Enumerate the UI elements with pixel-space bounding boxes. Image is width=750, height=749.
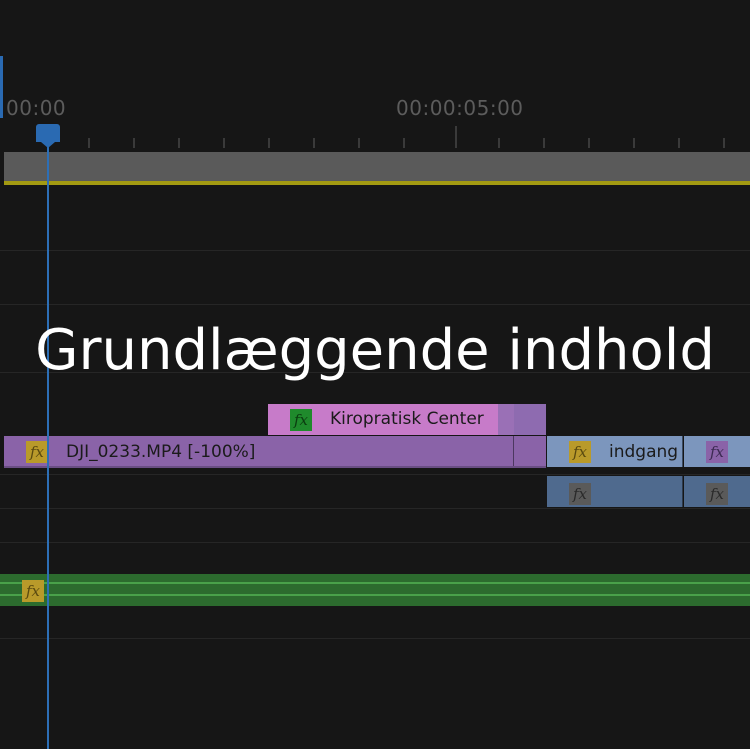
clip-label: DJI_0233.MP4 [-100%] xyxy=(66,442,256,462)
ruler-tick-major xyxy=(455,126,457,148)
clip-label: indgang xyxy=(609,442,679,462)
ruler-tick xyxy=(498,138,500,148)
ruler-tick xyxy=(88,138,90,148)
playhead-line[interactable] xyxy=(47,130,49,749)
render-status-line xyxy=(4,181,750,185)
video-clip-dji-0233-end[interactable] xyxy=(514,436,546,467)
video-clip-v1-b[interactable]: fx xyxy=(684,476,750,507)
timecode-5sec: 00:00:05:00 xyxy=(396,96,524,120)
fx-badge[interactable]: fx xyxy=(569,483,591,505)
overlay-title: Grundlæggende indhold xyxy=(35,318,715,383)
ruler-tick xyxy=(588,138,590,148)
track-divider xyxy=(0,250,750,251)
title-clip-extension[interactable] xyxy=(514,404,546,435)
fx-badge[interactable]: fx xyxy=(26,441,48,463)
title-clip-kiropratisk[interactable]: fx Kiropratisk Center xyxy=(268,404,498,435)
audio-clip[interactable]: fx xyxy=(0,574,750,606)
track-divider xyxy=(0,638,750,639)
video-clip-next[interactable]: fx xyxy=(684,436,750,467)
ruler-tick xyxy=(268,138,270,148)
clip-label: Kiropratisk Center xyxy=(330,409,484,429)
ruler-tick xyxy=(178,138,180,148)
ruler-tick xyxy=(678,138,680,148)
ruler-tick xyxy=(403,138,405,148)
timecode-start: 00:00 xyxy=(6,96,67,120)
video-clip-dji-0233[interactable]: fx DJI_0233.MP4 [-100%] xyxy=(4,436,514,467)
track-divider xyxy=(0,508,750,509)
title-clip-tail[interactable] xyxy=(498,404,514,435)
fx-badge[interactable]: fx xyxy=(706,483,728,505)
in-point-marker xyxy=(0,56,3,118)
work-area-bar[interactable] xyxy=(4,152,750,182)
ruler-tick xyxy=(633,138,635,148)
audio-waveform xyxy=(0,582,750,584)
track-divider xyxy=(0,474,750,475)
ruler-tick xyxy=(723,138,725,148)
fx-badge[interactable]: fx xyxy=(290,409,312,431)
ruler-tick xyxy=(313,138,315,148)
track-divider xyxy=(0,304,750,305)
ruler-tick xyxy=(223,138,225,148)
timeline-ruler[interactable] xyxy=(0,0,750,152)
fx-badge[interactable]: fx xyxy=(706,441,728,463)
ruler-tick xyxy=(358,138,360,148)
audio-waveform xyxy=(0,594,750,596)
ruler-tick xyxy=(543,138,545,148)
video-clip-indgang[interactable]: fx indgang xyxy=(547,436,683,467)
playhead-handle[interactable] xyxy=(36,124,60,148)
track-divider xyxy=(0,542,750,543)
clip-edge xyxy=(4,466,546,468)
ruler-tick xyxy=(133,138,135,148)
fx-badge[interactable]: fx xyxy=(22,580,44,602)
fx-badge[interactable]: fx xyxy=(569,441,591,463)
video-clip-v1-a[interactable]: fx xyxy=(547,476,683,507)
